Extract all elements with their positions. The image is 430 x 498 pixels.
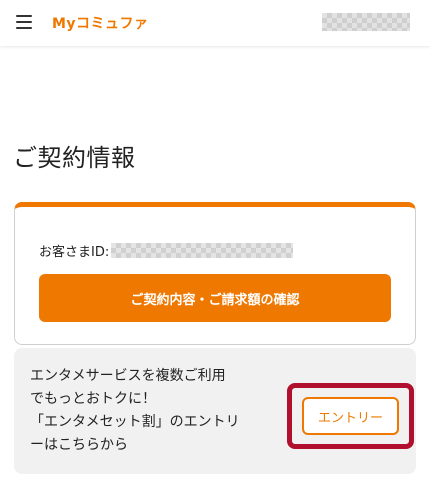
contract-billing-confirm-button[interactable]: ご契約内容・ご請求額の確認 (39, 274, 391, 322)
redacted-user-name (322, 13, 410, 31)
brand-logo[interactable]: Myコミュファ (52, 13, 149, 33)
app-header: Myコミュファ (0, 0, 430, 46)
customer-id-row: お客さまID: (39, 241, 294, 260)
banner-line: エンタメサービスを複数ご利用 (30, 368, 226, 384)
page: Myコミュファ ご契約情報 お客さまID: ご契約内容・ご請求額の確認 エンタメ… (0, 0, 430, 498)
banner-line: でもっとおトクに！ (30, 391, 156, 407)
page-title: ご契約情報 (13, 144, 136, 172)
hamburger-menu-icon[interactable] (16, 15, 32, 29)
entry-button[interactable]: エントリー (302, 397, 399, 435)
entertainment-set-banner: エンタメサービスを複数ご利用 でもっとおトクに！ 「エンタメセット割」のエントリ… (14, 348, 416, 474)
banner-line: 「エンタメセット割」のエントリ (30, 414, 240, 430)
customer-id-label: お客さまID: (39, 245, 110, 260)
banner-line: ーはこちらから (30, 437, 128, 453)
entry-button-highlight: エントリー (287, 383, 414, 449)
contract-info-card: お客さまID: ご契約内容・ご請求額の確認 (14, 202, 416, 345)
banner-message: エンタメサービスを複数ご利用 でもっとおトクに！ 「エンタメセット割」のエントリ… (30, 365, 270, 457)
redacted-customer-id (111, 243, 294, 258)
